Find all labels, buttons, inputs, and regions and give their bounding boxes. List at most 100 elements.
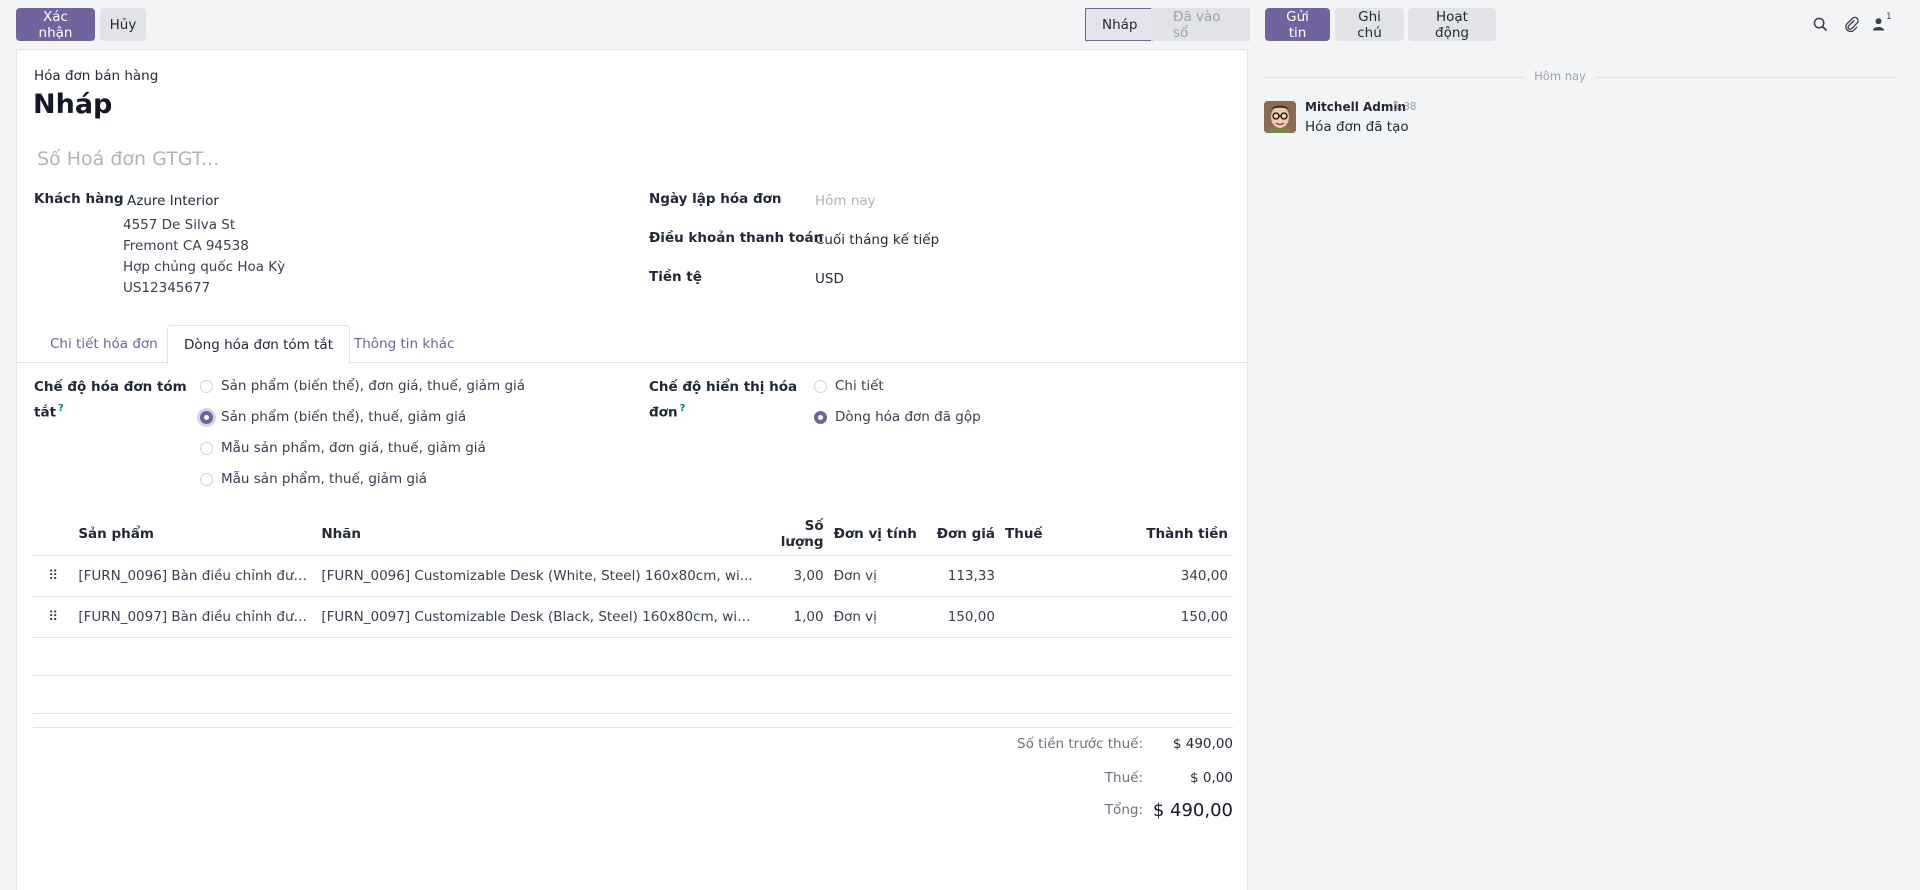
paperclip-icon[interactable]: [1840, 13, 1862, 35]
radio-label: Mẫu sản phẩm, thuế, giảm giá: [221, 471, 427, 487]
cell-uom[interactable]: Đơn vị: [828, 596, 930, 638]
empty-row: [33, 675, 1233, 714]
table-row[interactable]: ⠿ [FURN_0097] Bàn điều chỉnh được ... [F…: [33, 596, 1233, 638]
log-note-button[interactable]: Ghi chú: [1335, 8, 1404, 41]
display-mode-option-grouped[interactable]: Dòng hóa đơn đã gộp: [814, 409, 981, 425]
display-mode-label-line1: Chế độ hiển thị hóa: [649, 379, 798, 395]
tab-summary-lines[interactable]: Dòng hóa đơn tóm tắt: [167, 325, 350, 364]
status-posted-label: Đã vào sổ: [1173, 8, 1221, 41]
cell-label[interactable]: [FURN_0097] Customizable Desk (Black, St…: [316, 596, 759, 638]
page-title: Nháp: [33, 89, 113, 120]
status-posted[interactable]: Đã vào sổ: [1151, 8, 1250, 41]
follower-count: 1: [1886, 12, 1892, 22]
cell-label[interactable]: [FURN_0096] Customizable Desk (White, St…: [316, 555, 759, 597]
summary-mode-option-2[interactable]: Sản phẩm (biến thể), thuế, giảm giá: [200, 409, 466, 425]
totals-section: Số tiền trước thuế: $ 490,00 Thuế: $ 0,0…: [33, 727, 1233, 821]
vat-number-field[interactable]: Số Hoá đơn GTGT...: [37, 148, 219, 170]
help-icon[interactable]: ?: [680, 403, 686, 414]
column-header-label[interactable]: Nhãn: [316, 513, 759, 556]
radio-checked-icon: [814, 410, 827, 424]
radio-icon: [200, 472, 213, 486]
activity-button[interactable]: Hoạt động: [1408, 8, 1496, 41]
user-icon: [1872, 18, 1885, 31]
cell-taxes[interactable]: [1000, 555, 1081, 597]
cell-product[interactable]: [FURN_0097] Bàn điều chỉnh được ...: [73, 596, 317, 638]
column-header-quantity[interactable]: Số lượng: [758, 513, 829, 556]
currency-field[interactable]: USD: [815, 271, 844, 287]
send-message-button[interactable]: Gửi tin: [1265, 8, 1330, 41]
summary-lines-table: Sản phẩm Nhãn Số lượng Đơn vị tính Đơn g…: [33, 513, 1233, 714]
cell-product[interactable]: [FURN_0096] Bàn điều chỉnh được ...: [73, 555, 317, 597]
radio-label: Sản phẩm (biến thể), đơn giá, thuế, giảm…: [221, 378, 526, 394]
summary-mode-option-3[interactable]: Mẫu sản phẩm, đơn giá, thuế, giảm giá: [200, 440, 486, 456]
followers-button[interactable]: 1: [1872, 12, 1902, 35]
confirm-button[interactable]: Xác nhận: [16, 8, 95, 41]
cell-subtotal: 150,00: [1080, 596, 1233, 638]
handle-column-header: [33, 513, 74, 556]
radio-label: Sản phẩm (biến thể), thuế, giảm giá: [221, 409, 467, 425]
cell-subtotal: 340,00: [1080, 555, 1233, 597]
separator-line: [1596, 77, 1896, 78]
drag-handle-icon[interactable]: ⠿: [33, 555, 74, 597]
cell-quantity[interactable]: 3,00: [758, 555, 829, 597]
status-bar: Nháp Đã vào sổ: [1085, 8, 1250, 42]
radio-label: Mẫu sản phẩm, đơn giá, thuế, giảm giá: [221, 440, 486, 456]
form-sheet: Hóa đơn bán hàng Nháp Số Hoá đơn GTGT...…: [16, 49, 1249, 890]
message-time: 5:38: [1393, 101, 1417, 113]
message-author[interactable]: Mitchell Admin: [1305, 100, 1406, 114]
notebook-tabs: Chi tiết hóa đơn Dòng hóa đơn tóm tắt Th…: [17, 325, 1249, 364]
summary-mode-label-line2: tắt: [34, 404, 57, 421]
help-icon[interactable]: ?: [58, 403, 64, 414]
tab-invoice-lines[interactable]: Chi tiết hóa đơn: [34, 325, 174, 363]
cancel-button[interactable]: Hủy: [100, 8, 146, 41]
cell-taxes[interactable]: [1000, 596, 1081, 638]
cell-quantity[interactable]: 1,00: [758, 596, 829, 638]
invoice-date-label: Ngày lập hóa đơn: [649, 191, 782, 207]
customer-address-line-3: Hợp chủng quốc Hoa Kỳ: [123, 259, 286, 275]
radio-label: Dòng hóa đơn đã gộp: [835, 409, 981, 425]
summary-mode-label: Chế độ hóa đơn tóm tắt?: [34, 377, 187, 424]
table-row[interactable]: ⠿ [FURN_0096] Bàn điều chỉnh được ... [F…: [33, 555, 1233, 597]
invoice-date-field[interactable]: Hôm nay: [815, 193, 876, 209]
radio-icon: [200, 441, 213, 455]
payment-terms-field[interactable]: Cuối tháng kế tiếp: [815, 232, 939, 248]
tax-amount-value: $ 0,00: [1190, 770, 1233, 786]
column-header-price[interactable]: Đơn giá: [929, 513, 1000, 556]
status-draft-label: Nháp: [1102, 16, 1138, 33]
summary-mode-label-line1: Chế độ hóa đơn tóm: [34, 379, 187, 395]
status-draft[interactable]: Nháp: [1085, 8, 1165, 42]
empty-cell: [33, 637, 1233, 676]
column-header-product[interactable]: Sản phẩm: [73, 513, 317, 556]
avatar[interactable]: [1264, 101, 1296, 133]
radio-label: Chi tiết: [835, 378, 884, 394]
cell-price[interactable]: 150,00: [929, 596, 1000, 638]
untaxed-amount-value: $ 490,00: [1172, 736, 1233, 752]
separator-line: [1264, 77, 1524, 78]
customer-address-line-2: Fremont CA 94538: [123, 238, 249, 254]
drag-handle-icon[interactable]: ⠿: [33, 596, 74, 638]
summary-mode-option-1[interactable]: Sản phẩm (biến thể), đơn giá, thuế, giảm…: [200, 378, 525, 394]
total-amount-value: $ 490,00: [1152, 800, 1233, 821]
column-header-uom[interactable]: Đơn vị tính: [828, 513, 930, 556]
date-separator: Hôm nay: [1534, 69, 1586, 83]
control-panel: Xác nhận Hủy Nháp Đã vào sổ: [0, 0, 1250, 48]
search-icon[interactable]: [1809, 13, 1831, 35]
customer-field[interactable]: Azure Interior: [127, 193, 219, 209]
cell-price[interactable]: 113,33: [929, 555, 1000, 597]
display-mode-option-detailed[interactable]: Chi tiết: [814, 378, 884, 394]
summary-mode-option-4[interactable]: Mẫu sản phẩm, thuế, giảm giá: [200, 471, 427, 487]
radio-icon: [200, 379, 213, 393]
customer-label: Khách hàng: [34, 191, 124, 207]
currency-label: Tiền tệ: [649, 269, 702, 285]
chatter-panel: Gửi tin Ghi chú Hoạt động 1 Hôm nay Mitc…: [1250, 0, 1920, 890]
display-mode-label: Chế độ hiển thị hóa đơn?: [649, 377, 797, 424]
empty-row: [33, 637, 1233, 676]
radio-checked-icon: [200, 410, 213, 424]
empty-cell: [33, 675, 1233, 714]
column-header-subtotal[interactable]: Thành tiền: [1080, 513, 1233, 556]
cell-uom[interactable]: Đơn vị: [828, 555, 930, 597]
column-header-taxes[interactable]: Thuế: [1000, 513, 1081, 556]
customer-vat: US12345677: [123, 280, 211, 296]
table-header-row: Sản phẩm Nhãn Số lượng Đơn vị tính Đơn g…: [33, 513, 1233, 556]
tab-other-info[interactable]: Thông tin khác: [338, 325, 470, 363]
